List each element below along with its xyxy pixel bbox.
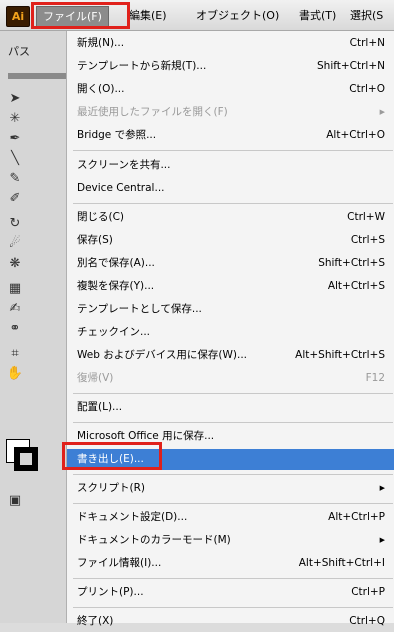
menu-item-save[interactable]: 保存(S) Ctrl+S xyxy=(67,230,394,251)
blend-tool-icon[interactable]: ⚭ xyxy=(6,321,24,337)
menu-separator xyxy=(73,393,393,394)
menu-item-save-for-office[interactable]: Microsoft Office 用に保存... xyxy=(67,426,394,447)
menu-type[interactable]: 書式(T) xyxy=(299,6,336,25)
selection-tool-icon[interactable]: ➤ xyxy=(6,91,24,107)
menu-file[interactable]: ファイル(F) xyxy=(36,6,109,27)
menu-separator xyxy=(73,422,393,423)
menu-item-save-as-template[interactable]: テンプレートとして保存... xyxy=(67,299,394,320)
menu-select[interactable]: 選択(S xyxy=(350,6,383,25)
menu-item-document-color-mode[interactable]: ドキュメントのカラーモード(M) ▶ xyxy=(67,530,394,551)
submenu-arrow-icon: ▶ xyxy=(379,108,385,116)
menu-separator xyxy=(73,474,393,475)
menu-bar: Ai ファイル(F) 編集(E) オブジェクト(O) 書式(T) 選択(S xyxy=(0,0,394,31)
menu-item-place[interactable]: 配置(L)... xyxy=(67,397,394,418)
rotate-tool-icon[interactable]: ↻ xyxy=(6,216,24,232)
submenu-arrow-icon: ▶ xyxy=(379,536,385,544)
warp-tool-icon[interactable]: ☄ xyxy=(6,236,24,252)
menu-separator xyxy=(73,607,393,608)
hand-tool-icon[interactable]: ✋ xyxy=(6,366,24,382)
menu-item-file-info[interactable]: ファイル情報(I)... Alt+Shift+Ctrl+I xyxy=(67,553,394,574)
menu-item-save-for-web[interactable]: Web およびデバイス用に保存(W)... Alt+Shift+Ctrl+S xyxy=(67,345,394,366)
symbol-sprayer-icon[interactable]: ❋ xyxy=(6,256,24,272)
menu-item-browse-bridge[interactable]: Bridge で参照... Alt+Ctrl+O xyxy=(67,125,394,146)
stroke-swatch[interactable] xyxy=(14,447,38,471)
menu-item-print[interactable]: プリント(P)... Ctrl+P xyxy=(67,582,394,603)
tools-panel: パス ➤ ✳ ✒ ╲ ✎ ✐ ↻ ☄ ❋ ▦ ✍ ⚭ ⌗ ✋ ▣ xyxy=(0,31,67,623)
menu-item-close[interactable]: 閉じる(C) Ctrl+W xyxy=(67,207,394,228)
menu-separator xyxy=(73,203,393,204)
screen-mode-icon[interactable]: ▣ xyxy=(6,493,24,509)
illustrator-logo: Ai xyxy=(6,6,30,27)
menu-object[interactable]: オブジェクト(O) xyxy=(196,6,279,25)
graph-tool-icon[interactable]: ▦ xyxy=(6,281,24,297)
menu-item-save-copy[interactable]: 複製を保存(Y)... Alt+Ctrl+S xyxy=(67,276,394,297)
pencil-tool-icon[interactable]: ✐ xyxy=(6,191,24,207)
pen-tool-icon[interactable]: ✒ xyxy=(6,131,24,147)
menu-item-document-setup[interactable]: ドキュメント設定(D)... Alt+Ctrl+P xyxy=(67,507,394,528)
magic-wand-icon[interactable]: ✳ xyxy=(6,111,24,127)
line-tool-icon[interactable]: ╲ xyxy=(6,151,24,167)
menu-item-scripts[interactable]: スクリプト(R) ▶ xyxy=(67,478,394,499)
menu-item-device-central[interactable]: Device Central... xyxy=(67,178,394,199)
artboard-tool-icon[interactable]: ⌗ xyxy=(6,346,24,362)
menu-item-revert[interactable]: 復帰(V) F12 xyxy=(67,368,394,389)
menu-item-check-in[interactable]: チェックイン... xyxy=(67,322,394,343)
eyedropper-icon[interactable]: ✍ xyxy=(6,301,24,317)
menu-item-new-from-template[interactable]: テンプレートから新規(T)... Shift+Ctrl+N xyxy=(67,56,394,77)
menu-item-share-screen[interactable]: スクリーンを共有... xyxy=(67,155,394,176)
menu-separator xyxy=(73,578,393,579)
menu-item-save-as[interactable]: 別名で保存(A)... Shift+Ctrl+S xyxy=(67,253,394,274)
tools-panel-tab[interactable]: パス xyxy=(8,43,30,59)
menu-item-exit[interactable]: 終了(X) Ctrl+Q xyxy=(67,611,394,632)
menu-separator xyxy=(73,503,393,504)
menu-item-new[interactable]: 新規(N)... Ctrl+N xyxy=(67,33,394,54)
submenu-arrow-icon: ▶ xyxy=(379,484,385,492)
menu-separator xyxy=(73,150,393,151)
menu-item-open-recent[interactable]: 最近使用したファイルを開く(F) ▶ xyxy=(67,102,394,123)
menu-item-export[interactable]: 書き出し(E)... xyxy=(67,449,394,470)
menu-edit[interactable]: 編集(E) xyxy=(129,6,167,25)
file-menu-dropdown: 新規(N)... Ctrl+N テンプレートから新規(T)... Shift+Ctr… xyxy=(66,31,394,627)
paintbrush-icon[interactable]: ✎ xyxy=(6,171,24,187)
menu-item-open[interactable]: 開く(O)... Ctrl+O xyxy=(67,79,394,100)
tools-panel-grip[interactable] xyxy=(8,73,66,79)
